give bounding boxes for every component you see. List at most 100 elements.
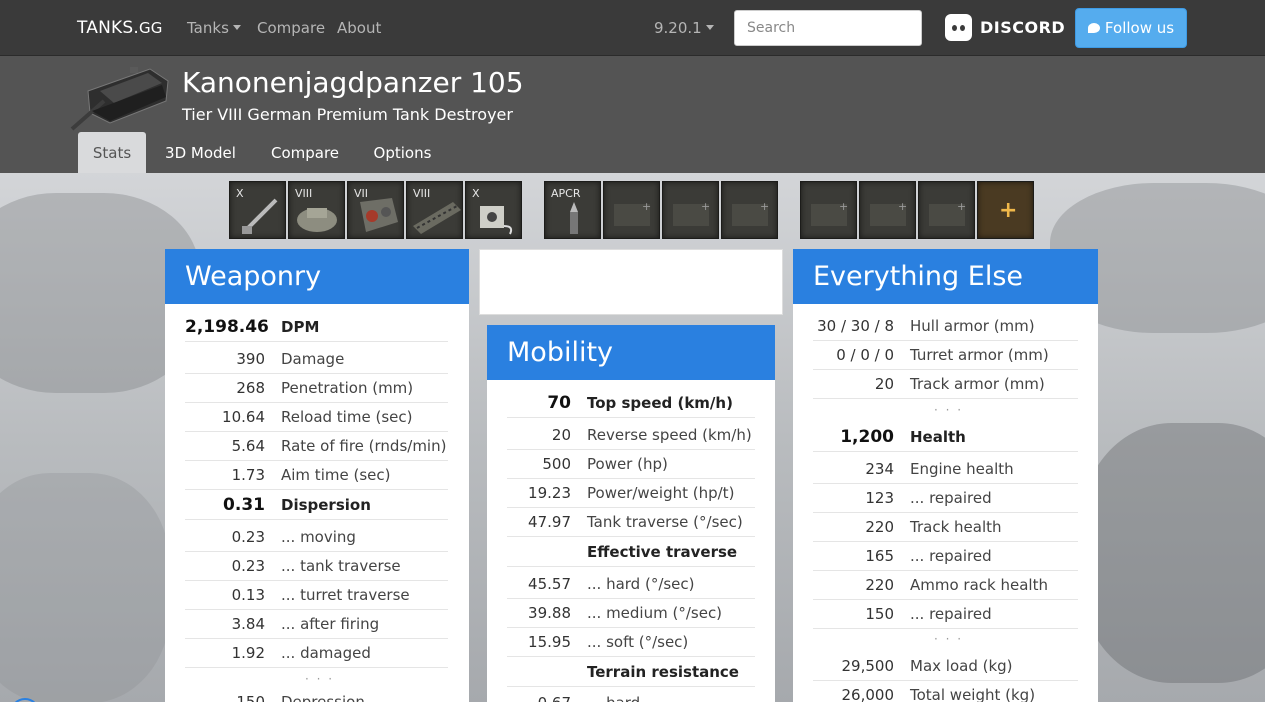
brand-logo[interactable]: TANKS.GG	[77, 18, 163, 38]
stat-value: 39.88	[528, 604, 571, 622]
stat-label: Depression...	[281, 693, 380, 702]
follow-us-label: Follow us	[1104, 19, 1175, 37]
stat-value: 123	[865, 489, 894, 507]
stat-value: 47.97	[528, 513, 571, 531]
stat-label: ... repaired	[910, 489, 992, 507]
module-slot-engine[interactable]: VII	[347, 181, 404, 239]
tab-3d-model[interactable]: 3D Model	[152, 132, 249, 173]
equipment-slot-empty[interactable]: +	[800, 181, 857, 239]
stat-value: 10.64	[222, 408, 265, 426]
gun-icon	[242, 198, 278, 234]
stat-row: 15.95 ... soft (°/sec)	[507, 628, 755, 657]
module-slot-gun[interactable]: X	[229, 181, 286, 239]
everything-else-title: Everything Else	[793, 249, 1098, 304]
ad-placeholder-card	[479, 249, 783, 315]
ammo-type-label: APCR	[551, 187, 581, 200]
nav-tanks-dropdown[interactable]: Tanks	[187, 19, 241, 37]
tab-options[interactable]: Options	[360, 132, 445, 173]
stat-value: 1,200	[840, 427, 894, 447]
stat-row: Terrain resistance	[507, 658, 755, 687]
stat-label: Dispersion	[281, 496, 371, 514]
expand-dots[interactable]: · · ·	[934, 403, 963, 417]
svg-text:+: +	[642, 200, 651, 213]
stat-value: 20	[551, 426, 571, 444]
stat-value: 1.92	[231, 644, 265, 662]
stat-label: ... repaired	[910, 547, 992, 565]
stat-row: 150 Depression...	[185, 688, 448, 702]
stat-value: 70	[547, 393, 571, 413]
stat-row: 29,500 Max load (kg)	[813, 652, 1078, 681]
stat-value: 29,500	[841, 657, 895, 675]
equipment-slot-empty[interactable]: +	[918, 181, 975, 239]
stat-row: 1,200 Health	[813, 423, 1078, 452]
caret-down-icon	[232, 25, 241, 30]
stat-row: 70 Top speed (km/h)	[507, 389, 755, 418]
stat-value: 45.57	[528, 575, 571, 593]
stat-value: 234	[865, 460, 894, 478]
tab-stats[interactable]: Stats	[78, 132, 146, 173]
version-dropdown[interactable]: 9.20.1	[654, 19, 714, 37]
stat-row: 5.64 Rate of fire (rnds/min)	[185, 432, 448, 461]
brand-main-text: TANKS.	[77, 18, 139, 38]
tank-header: Kanonenjagdpanzer 105 Tier VIII German P…	[0, 56, 1265, 173]
suspension-icon	[413, 202, 461, 234]
consumable-slot-empty[interactable]: +	[603, 181, 660, 239]
stat-value: 390	[236, 350, 265, 368]
svg-text:+: +	[839, 200, 848, 213]
stat-label: Total weight (kg)	[910, 686, 1036, 702]
nav-compare-link[interactable]: Compare	[257, 19, 325, 37]
equipment-slot-empty[interactable]: +	[859, 181, 916, 239]
stat-value: 0.23	[231, 557, 265, 575]
stat-label: Ammo rack health	[910, 576, 1048, 594]
stat-value: 2,198.46	[185, 317, 269, 337]
search-input[interactable]	[734, 10, 922, 46]
stat-value: 26,000	[841, 686, 895, 702]
stat-value: 1.73	[231, 466, 265, 484]
expand-dots[interactable]: · · ·	[934, 632, 963, 646]
consumable-slot-empty[interactable]: +	[662, 181, 719, 239]
stat-label: ... turret traverse	[281, 586, 410, 604]
stat-row: Effective traverse	[507, 538, 755, 567]
stat-label: Top speed (km/h)	[587, 394, 733, 412]
tab-compare[interactable]: Compare	[258, 132, 352, 173]
stat-value: 150	[236, 693, 265, 702]
stat-label: ... repaired	[910, 605, 992, 623]
stat-row: 3.84 ... after firing	[185, 610, 448, 639]
stat-label: Track health	[910, 518, 1002, 536]
module-slot-suspension[interactable]: VIII	[406, 181, 463, 239]
stat-label: Power/weight (hp/t)	[587, 484, 735, 502]
follow-us-button[interactable]: Follow us	[1075, 8, 1187, 48]
version-label: 9.20.1	[654, 19, 702, 37]
stat-row: 165 ... repaired	[813, 542, 1078, 571]
tank-subtitle: Tier VIII German Premium Tank Destroyer	[182, 105, 513, 124]
ammo-slot-apcr[interactable]: APCR	[544, 181, 601, 239]
stat-label: Aim time (sec)	[281, 466, 391, 484]
caret-down-icon	[705, 25, 714, 30]
expand-dots[interactable]: · · ·	[305, 672, 334, 686]
stat-label: Effective traverse	[587, 543, 738, 561]
nav-about-link[interactable]: About	[337, 19, 381, 37]
stat-label: Penetration (mm)	[281, 379, 414, 397]
stat-value: 5.64	[231, 437, 265, 455]
stat-row: 0.13 ... turret traverse	[185, 581, 448, 610]
stat-value: 150	[865, 605, 894, 623]
tank-image	[70, 67, 169, 131]
stat-value: 268	[236, 379, 265, 397]
module-slot-radio[interactable]: X	[465, 181, 522, 239]
nav-tanks-label: Tanks	[187, 19, 229, 37]
stat-row: 234 Engine health	[813, 455, 1078, 484]
consumable-slot-empty[interactable]: +	[721, 181, 778, 239]
stat-row: 45.57 ... hard (°/sec)	[507, 570, 755, 599]
module-slot-turret[interactable]: VIII	[288, 181, 345, 239]
discord-link[interactable]: DISCORD	[945, 12, 1065, 42]
weaponry-title: Weaponry	[165, 249, 469, 304]
stat-label: Health	[910, 428, 966, 446]
add-skill-slot[interactable]: +	[977, 181, 1034, 239]
stat-row: 268 Penetration (mm)	[185, 374, 448, 403]
svg-text:+: +	[701, 200, 710, 213]
twitter-icon	[1087, 23, 1100, 33]
stat-row: 0.31 Dispersion	[185, 491, 448, 520]
stat-label: ... tank traverse	[281, 557, 401, 575]
stat-row: 26,000 Total weight (kg)	[813, 681, 1078, 702]
stat-value: 500	[542, 455, 571, 473]
